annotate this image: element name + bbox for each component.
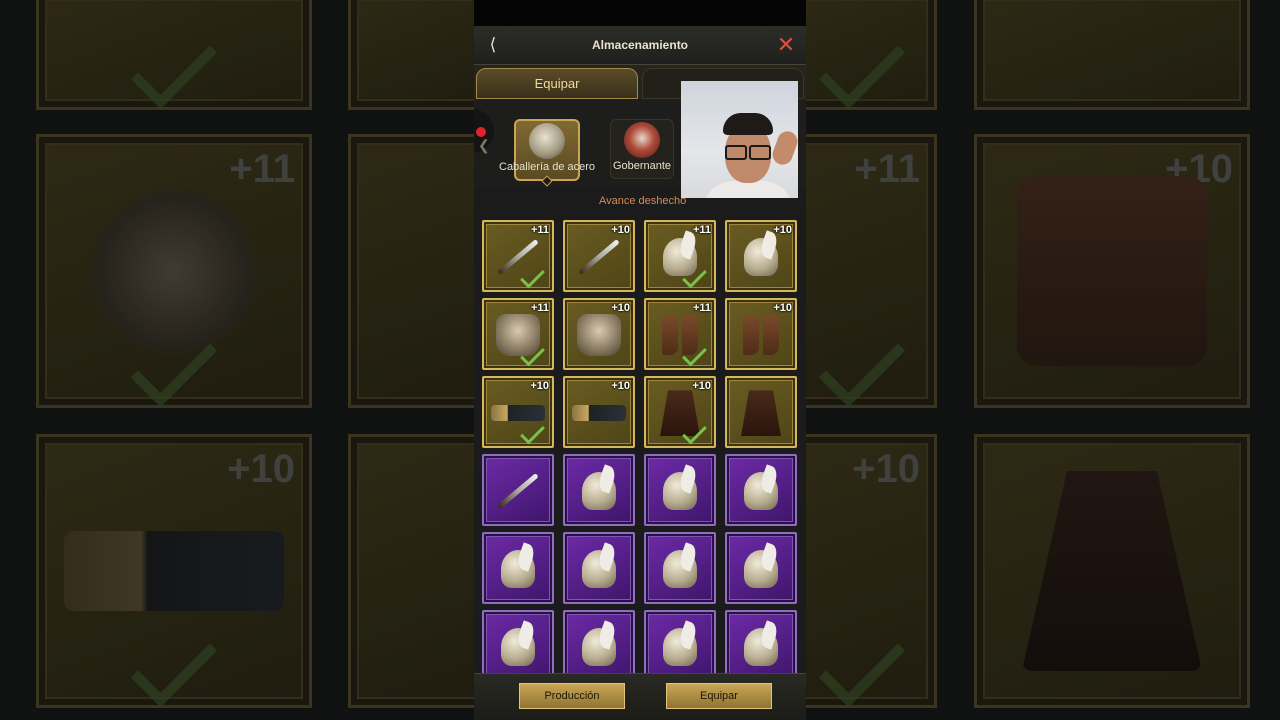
item-level: +10 xyxy=(773,224,792,236)
equipment-slot[interactable]: +10 xyxy=(725,298,797,370)
helmet-icon xyxy=(744,628,778,667)
tab-equip[interactable]: Equipar xyxy=(476,68,638,99)
equipment-slot[interactable] xyxy=(644,454,716,526)
equipment-slot[interactable]: +11 xyxy=(644,220,716,292)
helmet-icon xyxy=(501,550,535,589)
ruler-helmet-icon xyxy=(624,122,660,158)
cape-icon xyxy=(741,390,781,437)
background-left: +11 +10 xyxy=(0,0,474,720)
chevron-left-icon[interactable]: ❮ xyxy=(478,137,490,154)
selected-indicator-icon xyxy=(541,175,553,187)
equipment-slot[interactable]: +10 xyxy=(563,298,635,370)
hero-steel-cavalry[interactable]: Caballería de acero xyxy=(499,119,595,187)
equipment-slot[interactable] xyxy=(644,610,716,682)
background-right: +11 +10 +10 xyxy=(806,0,1280,720)
item-level: +11 xyxy=(530,224,549,236)
item-level: +10 xyxy=(773,302,792,314)
equipment-slot[interactable] xyxy=(725,376,797,448)
boots-icon xyxy=(741,315,781,356)
helmet-icon xyxy=(529,123,565,159)
equipped-check-icon xyxy=(520,263,545,289)
equipment-slot[interactable] xyxy=(482,532,554,604)
equipment-slot[interactable] xyxy=(482,610,554,682)
weapon-icon xyxy=(497,473,539,510)
equipment-slot[interactable] xyxy=(644,532,716,604)
item-level: +10 xyxy=(692,380,711,392)
equipment-slot[interactable]: +10 xyxy=(563,376,635,448)
item-level: +11 xyxy=(692,224,711,236)
equipment-slot[interactable] xyxy=(482,454,554,526)
back-button[interactable]: ⟨ xyxy=(484,36,502,54)
helmet-icon xyxy=(582,472,616,511)
salvage-label: Avance deshecho xyxy=(599,195,687,207)
equipment-slot[interactable] xyxy=(725,532,797,604)
page-title: Almacenamiento xyxy=(591,38,689,52)
equipment-slot[interactable] xyxy=(563,454,635,526)
equipment-slot[interactable] xyxy=(563,532,635,604)
bottom-bar: Producción Equipar xyxy=(474,673,806,720)
item-level: +10 xyxy=(611,302,630,314)
equipment-slot[interactable] xyxy=(725,454,797,526)
header: ⟨ Almacenamiento ✕ xyxy=(474,26,806,65)
helmet-icon xyxy=(501,628,535,667)
equipment-slot[interactable]: +10 xyxy=(482,376,554,448)
storage-window: ⟨ Almacenamiento ✕ Equipar ❮ Caballería … xyxy=(474,0,806,720)
equipment-slot[interactable] xyxy=(725,610,797,682)
helmet-icon xyxy=(663,550,697,589)
glasses-icon xyxy=(725,145,771,160)
equipment-slot[interactable] xyxy=(563,610,635,682)
equipment-slot[interactable]: +10 xyxy=(563,220,635,292)
helmet-icon xyxy=(663,628,697,667)
hero-name: Gobernante xyxy=(612,160,672,172)
helmet-icon xyxy=(744,550,778,589)
status-bar xyxy=(474,0,806,26)
hero-name: Caballería de acero xyxy=(499,161,596,173)
close-icon: ✕ xyxy=(776,32,796,57)
back-arrow-icon: ⟨ xyxy=(489,35,497,54)
equip-button[interactable]: Equipar xyxy=(666,683,772,709)
equipment-slot[interactable]: +10 xyxy=(644,376,716,448)
equipment-slot[interactable]: +11 xyxy=(482,298,554,370)
helmet-icon xyxy=(582,628,616,667)
equipment-slot[interactable]: +11 xyxy=(482,220,554,292)
weapon-icon xyxy=(578,239,620,276)
equipment-grid: +11 +10 +11 +10 +11 +10 +11 +10 +10 +10 +10 xyxy=(482,220,800,682)
helmet-icon xyxy=(744,238,778,277)
equipment-slot[interactable]: +10 xyxy=(725,220,797,292)
equipped-check-icon xyxy=(520,419,545,445)
equipment-slot[interactable]: +11 xyxy=(644,298,716,370)
webcam-overlay xyxy=(681,81,798,198)
close-button[interactable]: ✕ xyxy=(776,32,796,57)
item-level: +11 xyxy=(692,302,711,314)
helmet-icon xyxy=(663,472,697,511)
helmet-icon xyxy=(582,550,616,589)
belt-icon xyxy=(572,405,626,422)
produce-button[interactable]: Producción xyxy=(519,683,625,709)
armor-icon xyxy=(577,314,621,357)
hero-ruler[interactable]: Gobernante xyxy=(610,119,674,179)
helmet-icon xyxy=(744,472,778,511)
item-level: +10 xyxy=(530,380,549,392)
item-level: +11 xyxy=(530,302,549,314)
item-level: +10 xyxy=(611,224,630,236)
item-level: +10 xyxy=(611,380,630,392)
belt-icon xyxy=(491,405,545,422)
